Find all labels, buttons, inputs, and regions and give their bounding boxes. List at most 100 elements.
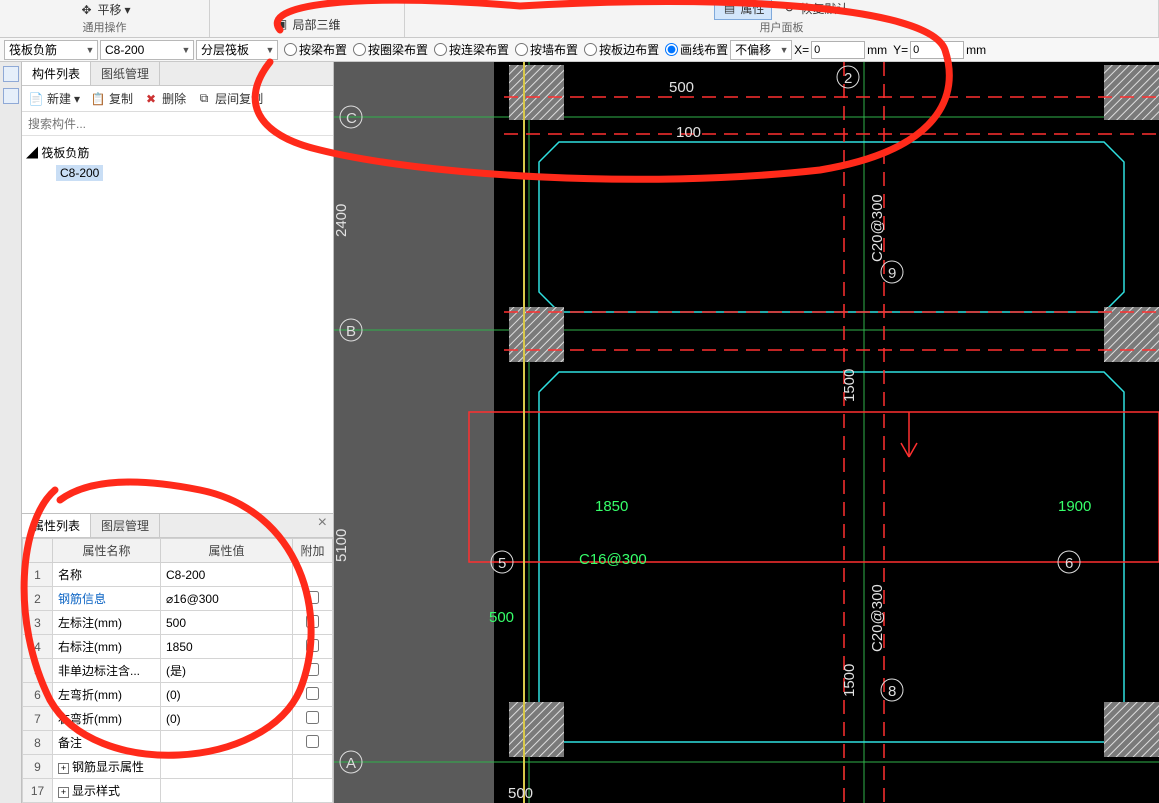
tab-property-list[interactable]: 属性列表	[22, 514, 91, 537]
row-num: 4	[23, 635, 53, 659]
x-unit: mm	[867, 43, 887, 57]
radio-by-linkbeam[interactable]: 按连梁布置	[434, 41, 509, 58]
svg-text:2400: 2400	[334, 204, 350, 237]
chevron-down-icon: ▼	[263, 45, 277, 55]
properties-button[interactable]: ▤属性	[714, 0, 771, 20]
ribbon-group3-label: 用户面板	[760, 19, 804, 37]
prop-add-checkbox[interactable]	[293, 755, 333, 779]
svg-text:B: B	[346, 323, 356, 340]
close-icon[interactable]: ×	[312, 514, 333, 537]
new-button[interactable]: 📄新建 ▾	[28, 90, 80, 107]
prop-value[interactable]	[161, 755, 293, 779]
row-num: 17	[23, 779, 53, 803]
component-name-combo[interactable]: ▼	[100, 40, 194, 60]
svg-text:1500: 1500	[841, 369, 858, 402]
pan-button[interactable]: ✥平移 ▾	[78, 1, 130, 18]
ribbon-group-op: ▣局部三维	[210, 0, 405, 37]
column-hatch	[509, 65, 564, 120]
component-type-combo[interactable]: ▼	[4, 40, 98, 60]
properties-icon: ▤	[721, 0, 737, 16]
local3d-button[interactable]: ▣局部三维	[273, 16, 340, 33]
search-box[interactable]	[22, 112, 333, 136]
prop-row[interactable]: 8备注	[23, 731, 333, 755]
prop-value[interactable]: 500	[161, 611, 293, 635]
col-prop-name: 属性名称	[53, 539, 161, 563]
row-num: 8	[23, 731, 53, 755]
prop-add-checkbox[interactable]	[293, 611, 333, 635]
sidebar-btn-1[interactable]	[3, 66, 19, 82]
prop-add-checkbox[interactable]	[293, 563, 333, 587]
row-num: 9	[23, 755, 53, 779]
radio-by-beam[interactable]: 按梁布置	[284, 41, 347, 58]
copy-button[interactable]: 📋复制	[90, 90, 133, 107]
prop-row[interactable]: 6左弯折(mm)(0)	[23, 683, 333, 707]
tree-parent[interactable]: ◢ 筏板负筋	[26, 142, 329, 163]
property-table: 属性名称 属性值 附加 1名称C8-2002钢筋信息⌀16@3003左标注(mm…	[22, 538, 333, 803]
prop-row[interactable]: 5非单边标注含...(是)	[23, 659, 333, 683]
radio-draw-line[interactable]: 画线布置	[665, 41, 728, 58]
delete-icon: ✖	[143, 91, 159, 107]
tree-child[interactable]: C8-200	[56, 165, 329, 181]
x-input[interactable]	[811, 41, 865, 59]
prop-value[interactable]: (0)	[161, 707, 293, 731]
prop-name: +钢筋显示属性	[53, 755, 161, 779]
svg-text:C20@300: C20@300	[869, 584, 886, 652]
prop-row[interactable]: 9+钢筋显示属性	[23, 755, 333, 779]
prop-row[interactable]: 3左标注(mm)500	[23, 611, 333, 635]
prop-row[interactable]: 2钢筋信息⌀16@300	[23, 587, 333, 611]
layer-combo[interactable]: ▼	[196, 40, 278, 60]
prop-value[interactable]: (0)	[161, 683, 293, 707]
svg-text:5100: 5100	[334, 529, 350, 562]
search-input[interactable]	[22, 112, 333, 135]
tab-drawing-mgr[interactable]: 图纸管理	[91, 62, 160, 85]
prop-row[interactable]: 4右标注(mm)1850	[23, 635, 333, 659]
y-label: Y=	[893, 43, 908, 57]
component-tree[interactable]: ◢ 筏板负筋 C8-200	[22, 136, 333, 513]
sidebar-btn-2[interactable]	[3, 88, 19, 104]
prop-add-checkbox[interactable]	[293, 587, 333, 611]
svg-text:8: 8	[888, 683, 896, 700]
sidebar-strip	[0, 62, 22, 803]
prop-name: 备注	[53, 731, 161, 755]
svg-text:C16@300: C16@300	[579, 551, 647, 568]
prop-value[interactable]: ⌀16@300	[161, 587, 293, 611]
prop-name: 左标注(mm)	[53, 611, 161, 635]
column-hatch	[509, 307, 564, 362]
component-panel-head: 构件列表 图纸管理	[22, 62, 333, 86]
prop-value[interactable]: 1850	[161, 635, 293, 659]
radio-by-wall[interactable]: 按墙布置	[515, 41, 578, 58]
drawing-canvas[interactable]: 500 100 1850 1900 500 500 C16@300 2400 5…	[334, 62, 1159, 803]
prop-row[interactable]: 1名称C8-200	[23, 563, 333, 587]
delete-button[interactable]: ✖删除	[143, 90, 186, 107]
prop-value[interactable]	[161, 779, 293, 803]
prop-add-checkbox[interactable]	[293, 659, 333, 683]
tab-layer-mgr[interactable]: 图层管理	[91, 514, 160, 537]
prop-add-checkbox[interactable]	[293, 635, 333, 659]
y-input[interactable]	[910, 41, 964, 59]
tab-component-list[interactable]: 构件列表	[22, 62, 91, 85]
chevron-down-icon: ▼	[179, 45, 193, 55]
prop-row[interactable]: 17+显示样式	[23, 779, 333, 803]
prop-value[interactable]: (是)	[161, 659, 293, 683]
radio-by-ringbeam[interactable]: 按圈梁布置	[353, 41, 428, 58]
prop-add-checkbox[interactable]	[293, 707, 333, 731]
row-num: 1	[23, 563, 53, 587]
prop-row[interactable]: 7右弯折(mm)(0)	[23, 707, 333, 731]
ribbon-group-general: ✥平移 ▾ 通用操作	[0, 0, 210, 37]
restore-default-button[interactable]: ↺恢复默认	[782, 0, 849, 17]
svg-text:C: C	[346, 110, 357, 127]
prop-add-checkbox[interactable]	[293, 779, 333, 803]
prop-value[interactable]: C8-200	[161, 563, 293, 587]
row-num: 7	[23, 707, 53, 731]
layer-copy-button[interactable]: ⧉层间复制	[196, 90, 263, 107]
ribbon-group-userpanel: ▤属性 ↺恢复默认 用户面板	[405, 0, 1159, 37]
slab-area	[494, 62, 1159, 803]
left-panel: 构件列表 图纸管理 📄新建 ▾ 📋复制 ✖删除 ⧉层间复制 ◢ 筏板负筋 C8-…	[22, 62, 334, 803]
offset-combo[interactable]: ▼	[730, 40, 792, 60]
row-num: 5	[23, 659, 53, 683]
prop-add-checkbox[interactable]	[293, 683, 333, 707]
svg-text:1850: 1850	[595, 498, 628, 515]
radio-by-slabedge[interactable]: 按板边布置	[584, 41, 659, 58]
prop-add-checkbox[interactable]	[293, 731, 333, 755]
prop-value[interactable]	[161, 731, 293, 755]
